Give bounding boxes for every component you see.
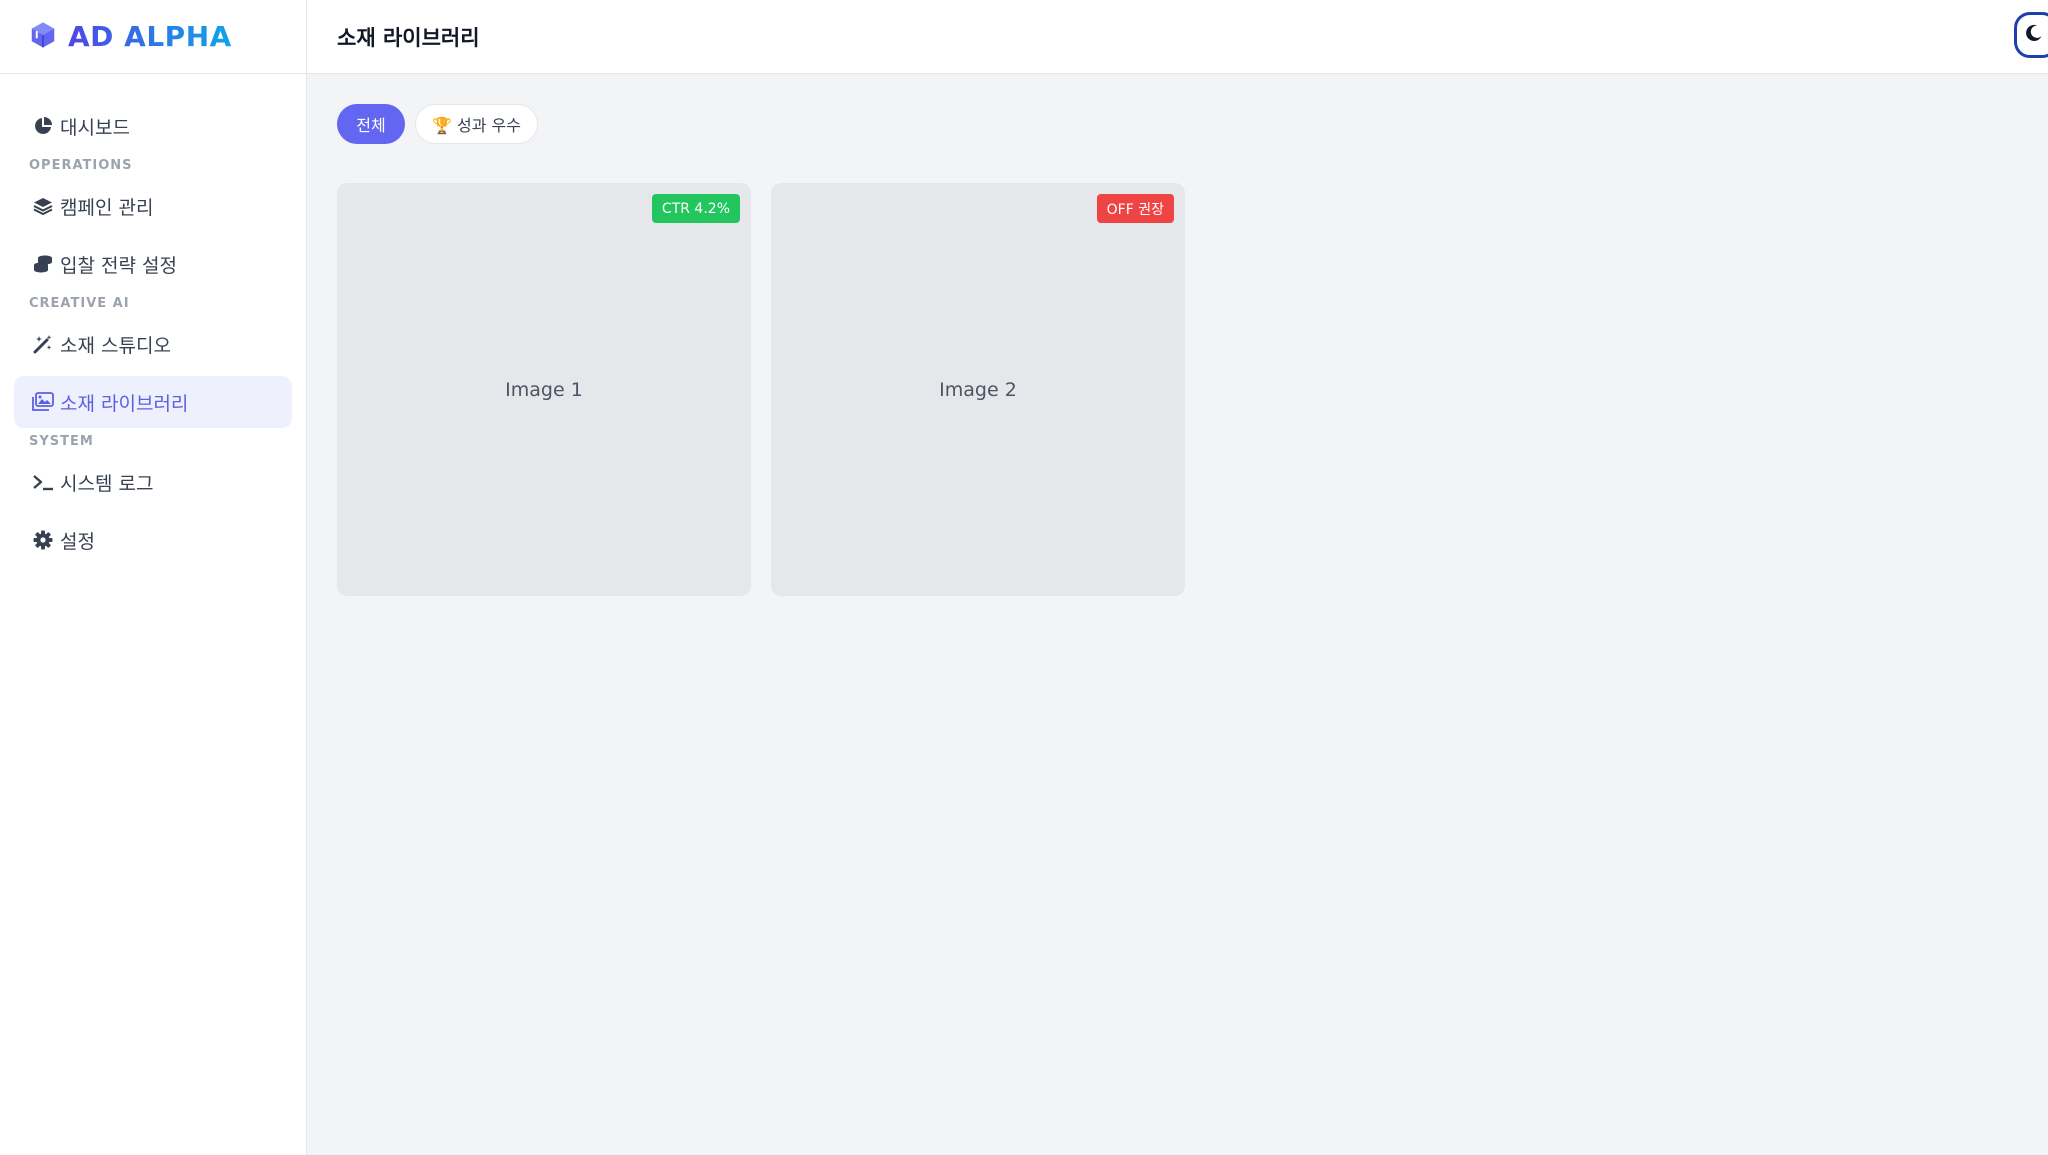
brand[interactable]: AD ALPHA	[0, 0, 306, 74]
filter-bar: 전체 🏆 성과 우수	[337, 104, 538, 144]
pie-chart-icon	[32, 115, 54, 137]
cube-icon	[28, 20, 58, 54]
filter-chip-all[interactable]: 전체	[337, 104, 405, 144]
sidebar-item-label: 소재 스튜디오	[60, 334, 171, 357]
sidebar-item-bid-strategy[interactable]: 입찰 전략 설정	[14, 238, 292, 290]
sidebar-item-label: 시스템 로그	[60, 472, 154, 495]
sidebar-item-label: 소재 라이브러리	[60, 392, 189, 415]
sidebar-item-label: 대시보드	[60, 116, 130, 139]
creative-grid: Image 1 CTR 4.2% Image 2 OFF 권장	[337, 183, 1185, 596]
image-placeholder-label: Image 1	[505, 378, 583, 401]
sidebar-item-dashboard[interactable]: 대시보드	[14, 100, 292, 152]
brand-name: AD ALPHA	[68, 20, 232, 53]
page-title: 소재 라이브러리	[337, 26, 480, 50]
sidebar-item-creative-library[interactable]: 소재 라이브러리	[14, 376, 292, 428]
creative-card[interactable]: Image 2 OFF 권장	[771, 183, 1185, 596]
sidebar-item-system-log[interactable]: 시스템 로그	[14, 456, 292, 508]
sidebar-item-label: 캠페인 관리	[60, 196, 154, 219]
sidebar-item-creative-studio[interactable]: 소재 스튜디오	[14, 318, 292, 370]
section-label-operations: OPERATIONS	[29, 158, 133, 173]
terminal-icon	[32, 471, 54, 493]
coins-icon	[32, 253, 54, 275]
sidebar-item-campaigns[interactable]: 캠페인 관리	[14, 180, 292, 232]
magic-wand-icon	[32, 333, 54, 355]
section-label-creative-ai: CREATIVE AI	[29, 296, 130, 311]
section-label-system: SYSTEM	[29, 434, 94, 449]
sidebar-nav: 대시보드 OPERATIONS 캠페인 관리 입찰 전략 설정 CREATIVE…	[14, 100, 292, 572]
moon-icon	[2025, 24, 2043, 46]
filter-chip-top-performers[interactable]: 🏆 성과 우수	[415, 104, 538, 144]
theme-toggle-button[interactable]	[2014, 12, 2048, 58]
sidebar-item-settings[interactable]: 설정	[14, 514, 292, 566]
header: 소재 라이브러리	[307, 0, 2048, 74]
creative-card[interactable]: Image 1 CTR 4.2%	[337, 183, 751, 596]
image-placeholder-label: Image 2	[939, 378, 1017, 401]
gear-icon	[32, 529, 54, 551]
ctr-badge: CTR 4.2%	[651, 194, 740, 223]
sidebar-item-label: 입찰 전략 설정	[60, 254, 177, 277]
images-icon	[32, 391, 54, 413]
sidebar: AD ALPHA 대시보드 OPERATIONS 캠페인 관리 입찰 전략 설정…	[0, 0, 307, 1155]
sidebar-item-label: 설정	[60, 530, 95, 553]
off-recommended-badge: OFF 권장	[1096, 194, 1174, 223]
layers-icon	[32, 195, 54, 217]
